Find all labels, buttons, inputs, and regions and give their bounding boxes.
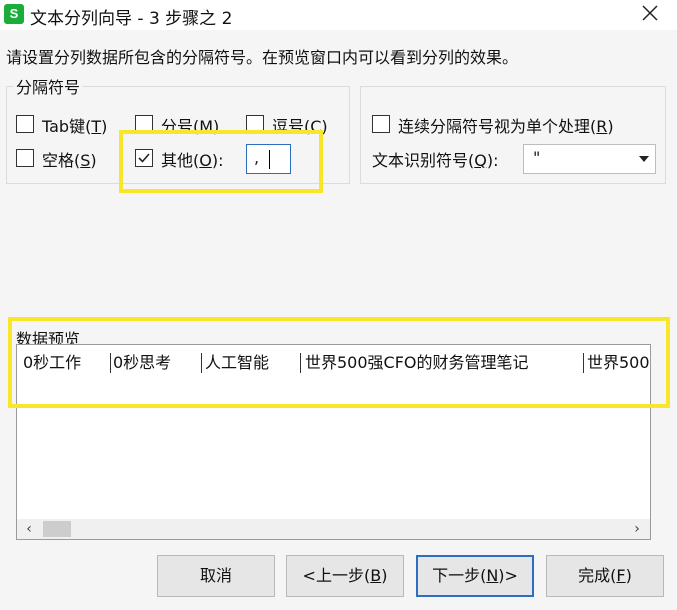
column-separator[interactable] [300, 353, 301, 373]
back-button-text: <上一步( [302, 566, 371, 585]
preview-cell: 0秒思考 [113, 353, 172, 372]
next-button-end: )> [498, 566, 518, 585]
other-delimiter-input[interactable]: , [246, 144, 291, 174]
comma-checkbox[interactable] [246, 115, 264, 133]
text-qualifier-label-key: Q [474, 151, 487, 170]
space-label[interactable]: 空格(S) [42, 147, 97, 171]
preview-cell: 0秒工作 [23, 353, 82, 372]
cancel-button[interactable]: 取消 [157, 555, 275, 597]
consecutive-label[interactable]: 连续分隔符号视为单个处理(R) [398, 113, 614, 137]
preview-cell: 世界500强CFO的财务管理笔记 [305, 353, 529, 372]
scroll-left-icon[interactable]: ‹ [19, 519, 39, 539]
scroll-right-icon[interactable]: › [627, 519, 647, 539]
app-icon: S [4, 4, 24, 24]
next-button-key: N [486, 566, 499, 585]
other-checkbox[interactable] [135, 149, 153, 167]
other-label-end: ): [211, 151, 224, 170]
tab-label-end: ) [101, 117, 108, 136]
comma-label[interactable]: 逗号(C) [272, 113, 328, 137]
preview-box[interactable]: 0秒工作 0秒思考 人工智能 世界500强CFO的财务管理笔记 世界500强CF… [16, 344, 651, 540]
column-separator[interactable] [583, 353, 584, 373]
horizontal-scrollbar[interactable]: ‹ › [17, 519, 650, 539]
space-label-end: ) [90, 151, 97, 170]
text-qualifier-select[interactable]: " [523, 144, 656, 174]
finish-button-text: 完成( [578, 566, 617, 585]
next-button[interactable]: 下一步(N)> [416, 555, 534, 597]
other-label-key: O [199, 151, 212, 170]
text-qualifier-value: " [533, 148, 541, 167]
space-checkbox[interactable] [16, 149, 34, 167]
tab-label-key: T [91, 117, 102, 136]
tab-label[interactable]: Tab键(T) [42, 113, 107, 137]
delimiter-group-label: 分隔符号 [14, 74, 83, 98]
space-label-text: 空格( [42, 151, 81, 170]
space-label-key: S [80, 151, 91, 170]
close-button[interactable] [630, 0, 670, 28]
window-title: 文本分列向导 - 3 步骤之 2 [30, 9, 233, 29]
close-icon [642, 5, 658, 21]
consecutive-label-end: ) [607, 117, 614, 136]
back-button-key: B [370, 566, 382, 585]
text-qualifier-label-end: ): [486, 151, 499, 170]
finish-button-key: F [616, 566, 626, 585]
text-caret [269, 150, 270, 169]
other-label[interactable]: 其他(O): [161, 147, 223, 171]
column-separator[interactable] [110, 353, 111, 373]
consecutive-label-key: R [596, 117, 608, 136]
dialog-body: 请设置分列数据所包含的分隔符号。在预览窗口内可以看到分列的效果。 分隔符号 Ta… [0, 30, 677, 610]
title-bar: S 文本分列向导 - 3 步骤之 2 [0, 0, 677, 30]
back-button-end: ) [381, 566, 388, 585]
tab-label-text: Tab键( [42, 117, 92, 136]
other-label-text: 其他( [161, 151, 200, 170]
preview-cell: 人工智能 [205, 353, 270, 372]
scroll-thumb[interactable] [43, 521, 71, 537]
dropdown-arrow-icon [639, 156, 649, 162]
next-button-text: 下一步( [432, 566, 487, 585]
back-button[interactable]: <上一步(B) [286, 555, 404, 597]
preview-cell: 世界500强CFO的财务管理笔记 [587, 353, 650, 372]
finish-button-end: ) [625, 566, 632, 585]
semicolon-label[interactable]: 分号(M) [161, 113, 219, 137]
consecutive-label-text: 连续分隔符号视为单个处理( [398, 117, 597, 136]
finish-button[interactable]: 完成(F) [546, 555, 664, 597]
text-qualifier-label-text: 文本识别符号( [372, 151, 475, 170]
instruction-text: 请设置分列数据所包含的分隔符号。在预览窗口内可以看到分列的效果。 [6, 48, 519, 67]
text-qualifier-label: 文本识别符号(Q): [372, 147, 498, 171]
other-delimiter-value: , [254, 148, 260, 167]
checkmark-icon [138, 153, 150, 163]
column-separator[interactable] [201, 353, 202, 373]
semicolon-checkbox[interactable] [135, 115, 153, 133]
tab-checkbox[interactable] [16, 115, 34, 133]
consecutive-checkbox[interactable] [372, 115, 390, 133]
